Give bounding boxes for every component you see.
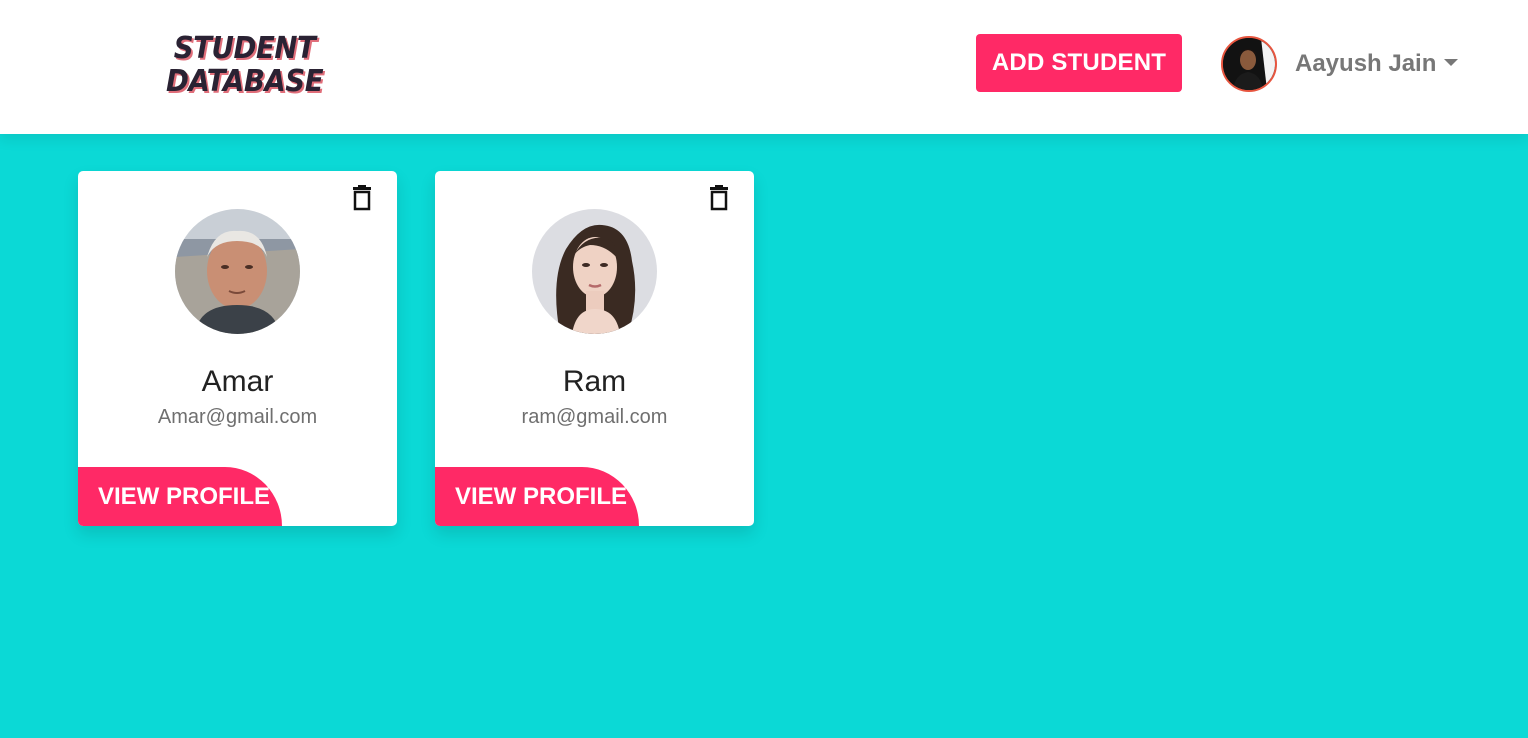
user-menu[interactable]: Aayush Jain	[1221, 36, 1459, 92]
student-card: Amar Amar@gmail.com VIEW PROFILE	[78, 171, 397, 526]
student-photo	[175, 209, 300, 334]
student-photo	[532, 209, 657, 334]
view-profile-button[interactable]: VIEW PROFILE	[435, 467, 639, 526]
logo-line-2: DATABASE	[166, 64, 324, 99]
student-email: Amar@gmail.com	[157, 406, 318, 428]
logo[interactable]: STUDENT DATABASE	[166, 31, 324, 99]
student-name: Amar	[201, 365, 274, 398]
trash-icon[interactable]	[708, 185, 730, 211]
view-profile-button[interactable]: VIEW PROFILE	[78, 467, 282, 526]
user-name: Aayush Jain	[1295, 50, 1437, 77]
logo-line-1: STUDENT	[173, 31, 316, 66]
add-student-button[interactable]: ADD STUDENT	[976, 34, 1182, 92]
user-avatar-image	[1223, 38, 1275, 90]
student-name: Ram	[562, 365, 627, 398]
chevron-down-icon	[1444, 58, 1459, 66]
trash-icon[interactable]	[351, 185, 373, 211]
user-avatar	[1221, 36, 1277, 92]
student-email: ram@gmail.com	[521, 406, 668, 428]
navbar: STUDENT DATABASE ADD STUDENT Aayush Jain	[0, 0, 1528, 134]
student-card: Ram ram@gmail.com VIEW PROFILE	[435, 171, 754, 526]
